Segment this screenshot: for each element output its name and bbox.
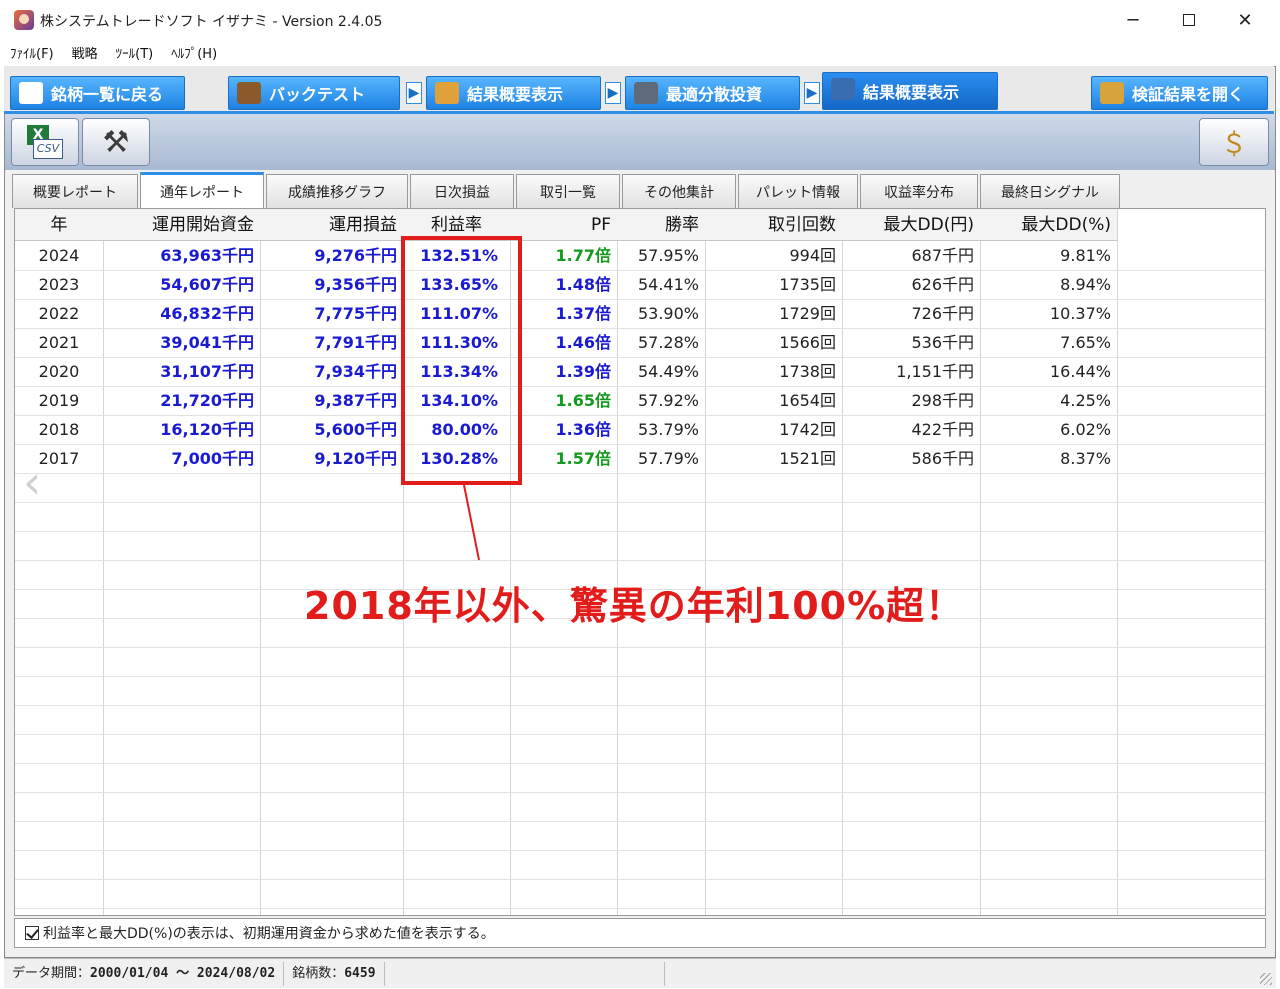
- summary-label-1: 結果概要表示: [467, 85, 564, 104]
- open-folder-icon: [1100, 82, 1124, 104]
- backtest-button[interactable]: バックテスト: [228, 76, 400, 110]
- menu-strategy[interactable]: 戦略: [72, 43, 98, 62]
- optimal-investment-button[interactable]: 最適分散投資: [625, 76, 800, 110]
- tab-return-distribution[interactable]: 収益率分布: [860, 174, 978, 208]
- excel-csv-icon: X CSV: [27, 125, 63, 159]
- status-bar: データ期間：2000/01/04 〜 2024/08/02 銘柄数：6459: [4, 958, 1276, 988]
- arrow-right-icon: ▶: [406, 82, 422, 104]
- note-bar: 利益率と最大DD(%)の表示は、初期運用資金から求めた値を表示する。: [14, 918, 1266, 948]
- status-period-value: 2000/01/04 〜 2024/08/02: [90, 965, 276, 981]
- close-button[interactable]: ✕: [1217, 0, 1273, 40]
- chart-icon: [435, 82, 459, 104]
- maximize-button[interactable]: [1161, 0, 1217, 40]
- minimize-button[interactable]: ─: [1105, 0, 1161, 40]
- annotation-pointer-line: [463, 484, 480, 561]
- money-bag-icon: [237, 82, 261, 104]
- toolbar: X CSV ⚒ ＄: [5, 114, 1275, 170]
- export-money-button[interactable]: ＄: [1199, 118, 1269, 166]
- tab-palette-info[interactable]: パレット情報: [738, 174, 858, 208]
- status-count-label: 銘柄数：: [292, 965, 345, 981]
- note-checkbox[interactable]: [25, 926, 39, 940]
- menu-help[interactable]: ﾍﾙﾌﾟ(H): [171, 43, 217, 62]
- eye-icon: [19, 82, 43, 104]
- window-title: 株システムトレードソフト イザナミ - Version 2.4.05: [40, 14, 383, 30]
- status-count-value: 6459: [344, 965, 376, 981]
- money-chest-icon: ＄: [1220, 129, 1247, 160]
- menu-bar: ﾌｧｲﾙ(F) 戦略 ﾂｰﾙ(T) ﾍﾙﾌﾟ(H): [0, 40, 1280, 64]
- title-bar: 株システムトレードソフト イザナミ - Version 2.4.05 ─ ✕: [0, 0, 1280, 40]
- resize-grip-icon[interactable]: [1260, 973, 1272, 985]
- arrow-right-icon: ▶: [804, 82, 820, 104]
- menu-file[interactable]: ﾌｧｲﾙ(F): [10, 43, 54, 62]
- grid-calculator-icon: [634, 82, 658, 104]
- summary-button-2[interactable]: 結果概要表示: [822, 72, 998, 110]
- back-to-list-button[interactable]: 銘柄一覧に戻る: [10, 76, 185, 110]
- annual-report-table: 年 運用開始資金 運用損益 利益率 PF 勝率 取引回数 最大DD(円) 最大D…: [14, 208, 1266, 916]
- status-period: データ期間：2000/01/04 〜 2024/08/02: [4, 961, 285, 986]
- annotation-text: 2018年以外、驚異の年利100%超！: [304, 584, 965, 628]
- tab-daily-pnl[interactable]: 日次損益: [410, 174, 514, 208]
- tab-trade-list[interactable]: 取引一覧: [516, 174, 620, 208]
- tab-other-stats[interactable]: その他集計: [622, 174, 736, 208]
- settings-tools-button[interactable]: ⚒: [82, 118, 150, 166]
- back-to-list-label: 銘柄一覧に戻る: [51, 85, 164, 104]
- open-results-label: 検証結果を開く: [1132, 85, 1245, 104]
- app-window: 株システムトレードソフト イザナミ - Version 2.4.05 ─ ✕ ﾌ…: [0, 0, 1280, 989]
- tab-annual-report[interactable]: 通年レポート: [140, 172, 264, 208]
- status-empty: [385, 961, 665, 986]
- summary-label-2: 結果概要表示: [863, 83, 960, 102]
- csv-export-button[interactable]: X CSV: [11, 118, 79, 166]
- arrow-right-icon: ▶: [605, 82, 621, 104]
- tools-icon: ⚒: [102, 124, 130, 160]
- tab-summary-report[interactable]: 概要レポート: [12, 174, 138, 208]
- open-results-button[interactable]: 検証結果を開く: [1091, 76, 1268, 110]
- tab-performance-graph[interactable]: 成績推移グラフ: [266, 174, 408, 208]
- optimal-investment-label: 最適分散投資: [666, 85, 763, 104]
- maximize-icon: [1183, 14, 1195, 26]
- menu-tools[interactable]: ﾂｰﾙ(T): [116, 43, 154, 62]
- tab-final-day-signal[interactable]: 最終日シグナル: [980, 174, 1120, 208]
- app-icon: [14, 10, 34, 30]
- status-period-label: データ期間：: [12, 965, 91, 981]
- bar-chart-icon: [831, 78, 855, 100]
- backtest-label: バックテスト: [269, 85, 366, 104]
- nav-strip: 銘柄一覧に戻る バックテスト ▶ 結果概要表示 ▶ 最適分散投資 ▶ 結果概要表…: [4, 66, 1274, 114]
- summary-button-1[interactable]: 結果概要表示: [426, 76, 601, 110]
- note-text: 利益率と最大DD(%)の表示は、初期運用資金から求めた値を表示する。: [43, 926, 495, 942]
- status-count: 銘柄数：6459: [284, 961, 385, 986]
